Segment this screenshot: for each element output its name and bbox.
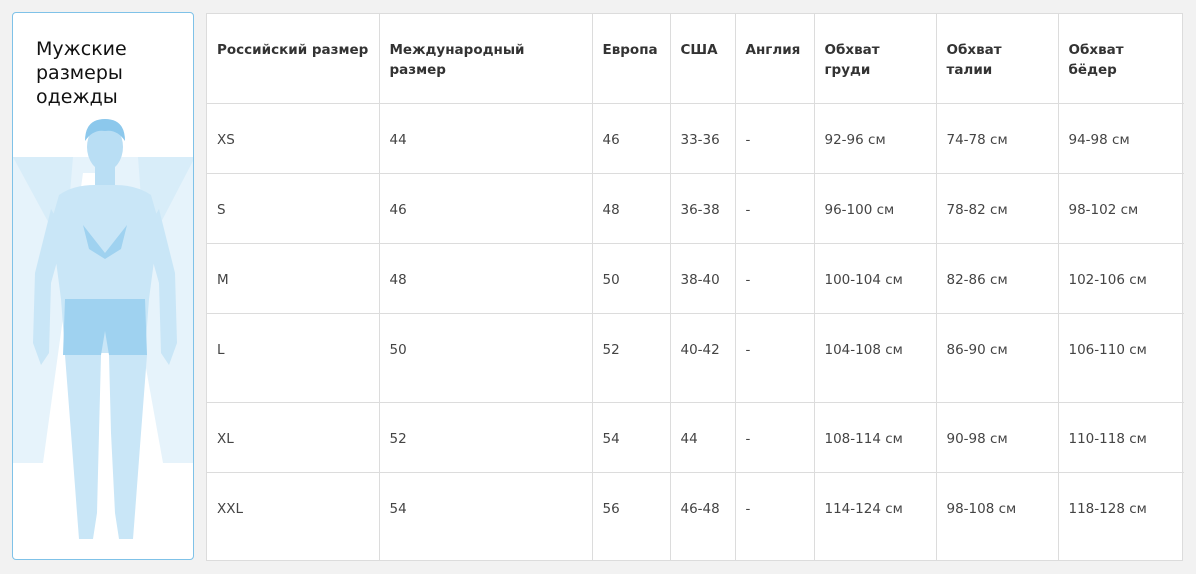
size-table: Российский размер Международный размер Е… [207, 14, 1184, 561]
table-cell: 118-128 см [1068, 500, 1147, 517]
table-header-row: Российский размер Международный размер Е… [207, 14, 1184, 104]
table-cell: 46 [379, 173, 593, 244]
table-row: M 48 50 38-40 - 100-104 см 82-86 см 102-… [207, 243, 1184, 314]
table-cell: XS [207, 103, 380, 174]
size-chart-page: Мужские размеры одежды Российский размер… [0, 0, 1196, 574]
table-cell: 36-38 [670, 173, 736, 244]
table-cell: 54 [379, 472, 593, 561]
table-cell: - [735, 103, 815, 174]
table-cell: 98-108 см [936, 472, 1059, 561]
column-header: Обхват груди [814, 14, 937, 104]
table-cell: 46 [592, 103, 671, 174]
table-cell: - [735, 472, 815, 561]
table-cell: - [735, 313, 815, 403]
table-cell: 52 [592, 313, 671, 403]
table-cell: 33-36 [670, 103, 736, 174]
table-cell: 108-114 см [814, 402, 937, 473]
table-row: XS 44 46 33-36 - 92-96 см 74-78 см 94-98… [207, 103, 1184, 174]
table-cell: 94-98 см [1058, 103, 1184, 174]
column-header: Международный размер [379, 14, 593, 104]
table-cell: XXL [207, 472, 380, 561]
table-cell: 82-86 см [936, 243, 1059, 314]
size-table-container: Российский размер Международный размер Е… [206, 13, 1184, 561]
table-cell: 104-108 см [814, 313, 937, 403]
sidebar-card: Мужские размеры одежды [12, 12, 194, 560]
table-cell: 48 [379, 243, 593, 314]
table-cell: 44 [670, 402, 736, 473]
table-cell: 40-42 [670, 313, 736, 403]
table-cell: 102-106 см [1058, 243, 1184, 314]
table-row: XXL 54 56 46-48 - 114-124 см 98-108 см 1… [207, 472, 1184, 561]
table-cell: 50 [379, 313, 593, 403]
table-cell: 110-118 см [1058, 402, 1184, 473]
table-cell: L [207, 313, 380, 403]
table-cell: 50 [592, 243, 671, 314]
table-row: XL 52 54 44 - 108-114 см 90-98 см 110-11… [207, 402, 1184, 473]
column-header: Англия [735, 14, 815, 104]
table-row: L 50 52 40-42 - 104-108 см 86-90 см 106-… [207, 313, 1184, 403]
sidebar-title: Мужские размеры одежды [36, 38, 127, 108]
table-cell: 38-40 [670, 243, 736, 314]
table-cell: XL [207, 402, 380, 473]
table-cell: 114-124 см [814, 472, 937, 561]
column-header: Обхват талии [936, 14, 1059, 104]
column-header: Европа [592, 14, 671, 104]
table-cell: 96-100 см [814, 173, 937, 244]
table-cell: 86-90 см [936, 313, 1059, 403]
table-cell: 52 [379, 402, 593, 473]
column-header: Обхват бёдер [1058, 14, 1184, 104]
table-row: S 46 48 36-38 - 96-100 см 78-82 см 98-10… [207, 173, 1184, 244]
table-cell: 48 [592, 173, 671, 244]
table-cell: - [735, 243, 815, 314]
table-cell: 44 [379, 103, 593, 174]
table-cell: - [735, 173, 815, 244]
table-cell: S [207, 173, 380, 244]
table-cell: 98-102 см [1058, 173, 1184, 244]
table-cell: 78-82 см [936, 173, 1059, 244]
table-cell: M [207, 243, 380, 314]
table-cell: 56 [592, 472, 671, 561]
table-cell: 46-48 [670, 472, 736, 561]
table-cell: - [735, 402, 815, 473]
column-header: США [670, 14, 736, 104]
table-cell: 74-78 см [936, 103, 1059, 174]
table-cell: 106-110 см [1058, 313, 1184, 403]
table-cell: 54 [592, 402, 671, 473]
table-cell: 100-104 см [814, 243, 937, 314]
table-cell: 90-98 см [936, 402, 1059, 473]
column-header: Российский размер [207, 14, 380, 104]
table-cell: 92-96 см [814, 103, 937, 174]
